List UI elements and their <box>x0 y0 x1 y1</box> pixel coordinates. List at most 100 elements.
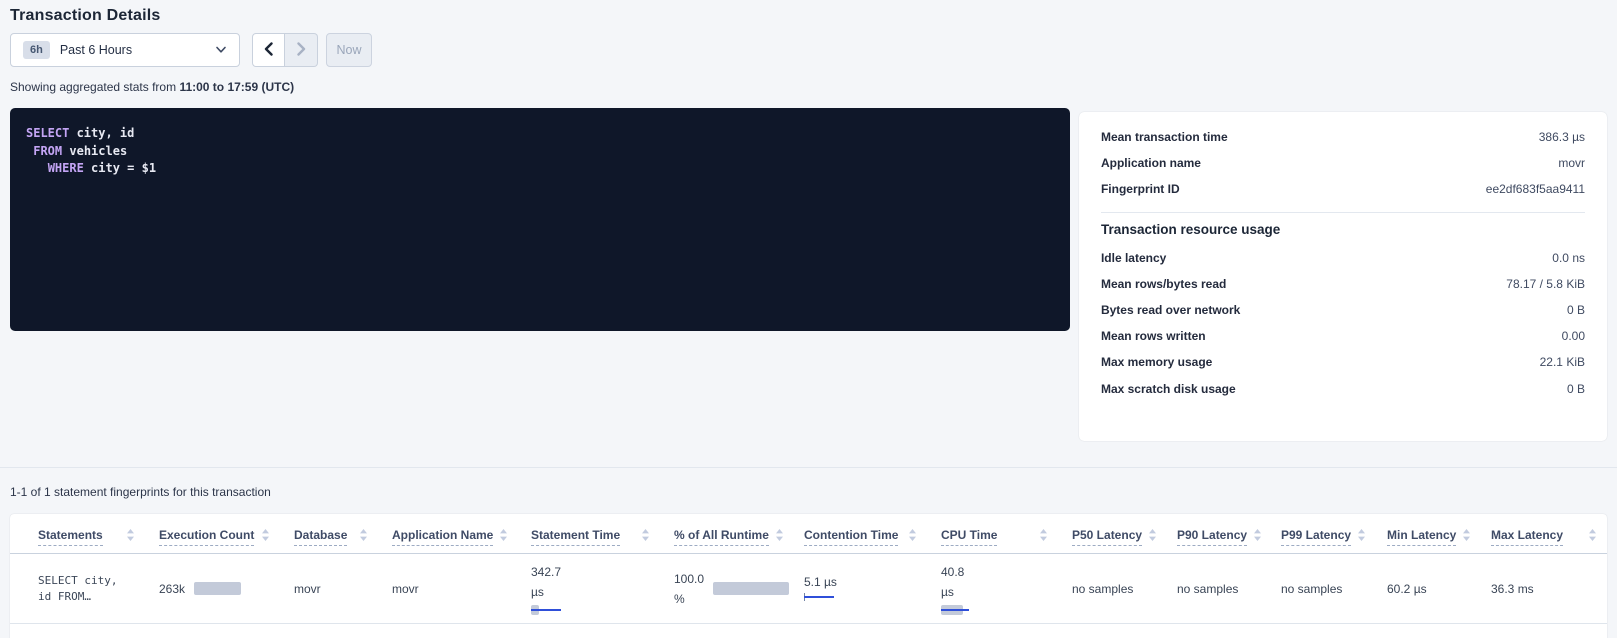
time-range-dropdown[interactable]: 6h Past 6 Hours <box>10 33 240 67</box>
p90-latency-cell: no samples <box>1163 554 1267 624</box>
sort-icon[interactable] <box>359 528 368 546</box>
execution-count-cell: 263k <box>145 554 280 624</box>
transaction-summary-card: Mean transaction time 386.3 µs Applicati… <box>1079 112 1607 441</box>
cpu-time-bar <box>941 605 991 615</box>
resource-row: Mean rows written 0.00 <box>1101 323 1585 349</box>
database-cell: movr <box>280 554 378 624</box>
column-header-database[interactable]: Database <box>280 514 378 554</box>
chevron-left-icon <box>264 42 273 59</box>
summary-row: Fingerprint ID ee2df683f5aa9411 <box>1101 176 1585 202</box>
resource-value: 0.00 <box>1562 329 1585 343</box>
aggregated-stats-caption: Showing aggregated stats from 11:00 to 1… <box>10 80 1607 94</box>
column-header-application-name[interactable]: Application Name <box>378 514 517 554</box>
column-header-p99-latency[interactable]: P99 Latency <box>1267 514 1373 554</box>
resource-usage-heading: Transaction resource usage <box>1101 222 1585 237</box>
column-header-min-latency[interactable]: Min Latency <box>1373 514 1477 554</box>
max-latency-cell: 36.3 ms <box>1477 554 1607 624</box>
resource-label: Mean rows/bytes read <box>1101 277 1226 291</box>
summary-label: Fingerprint ID <box>1101 182 1180 196</box>
contention-time-cell: 5.1 µs <box>790 554 927 624</box>
sql-keyword: SELECT <box>26 126 69 140</box>
column-header-execution-count[interactable]: Execution Count <box>145 514 280 554</box>
column-header-p90-latency[interactable]: P90 Latency <box>1163 514 1267 554</box>
sql-line: FROM vehicles <box>26 143 1054 161</box>
resource-label: Mean rows written <box>1101 329 1206 343</box>
statement-row: SELECT city, id FROM… 263k movr movr 342… <box>10 554 1607 624</box>
column-header-contention-time[interactable]: Contention Time <box>790 514 927 554</box>
time-step-group <box>252 33 318 67</box>
sort-icon[interactable] <box>261 528 270 546</box>
summary-row: Application name movr <box>1101 150 1585 176</box>
sort-icon[interactable] <box>1148 528 1157 546</box>
resource-label: Max scratch disk usage <box>1101 382 1236 396</box>
table-header-row: Statements Execution Count Database Appl… <box>10 514 1607 554</box>
statement-time-bar <box>531 605 581 615</box>
sort-icon[interactable] <box>908 528 917 546</box>
sort-icon[interactable] <box>1588 528 1597 546</box>
fingerprints-caption: 1-1 of 1 statement fingerprints for this… <box>10 485 1607 499</box>
now-button[interactable]: Now <box>326 33 372 67</box>
sort-icon[interactable] <box>1357 528 1366 546</box>
sort-icon[interactable] <box>775 528 784 546</box>
execution-count-bar <box>194 582 241 595</box>
sort-icon[interactable] <box>641 528 650 546</box>
resource-value: 0.0 ns <box>1552 251 1585 265</box>
resource-label: Max memory usage <box>1101 355 1212 369</box>
resource-value: 78.17 / 5.8 KiB <box>1506 277 1585 291</box>
prev-time-button[interactable] <box>252 33 285 67</box>
resource-row: Idle latency 0.0 ns <box>1101 245 1585 271</box>
resource-value: 0 B <box>1567 303 1585 317</box>
sort-icon[interactable] <box>126 528 135 546</box>
sql-statement-box: SELECT city, id FROM vehicles WHERE city… <box>10 108 1070 331</box>
summary-label: Mean transaction time <box>1101 130 1228 144</box>
resource-row: Mean rows/bytes read 78.17 / 5.8 KiB <box>1101 271 1585 297</box>
resource-label: Bytes read over network <box>1101 303 1240 317</box>
sort-icon[interactable] <box>1253 528 1262 546</box>
p99-latency-cell: no samples <box>1267 554 1373 624</box>
sql-keyword: WHERE <box>48 161 84 175</box>
chevron-down-icon <box>215 46 227 54</box>
time-controls: 6h Past 6 Hours Now <box>10 33 1607 67</box>
resource-value: 22.1 KiB <box>1540 355 1585 369</box>
sql-line: SELECT city, id <box>26 125 1054 143</box>
summary-row: Mean transaction time 386.3 µs <box>1101 124 1585 150</box>
time-range-label: Past 6 Hours <box>60 43 132 57</box>
column-header-statement-time[interactable]: Statement Time <box>517 514 660 554</box>
caption-range: 11:00 to 17:59 (UTC) <box>179 80 294 94</box>
sort-icon[interactable] <box>1462 528 1471 546</box>
column-header-p50-latency[interactable]: P50 Latency <box>1058 514 1163 554</box>
time-range-badge: 6h <box>23 41 50 59</box>
page-title: Transaction Details <box>10 0 1607 25</box>
sql-keyword: FROM <box>33 144 62 158</box>
column-header-cpu-time[interactable]: CPU Time <box>927 514 1058 554</box>
sql-line: WHERE city = $1 <box>26 160 1054 178</box>
resource-label: Idle latency <box>1101 251 1166 265</box>
summary-label: Application name <box>1101 156 1201 170</box>
column-header-pct-runtime[interactable]: % of All Runtime <box>660 514 790 554</box>
statements-table: Statements Execution Count Database Appl… <box>10 514 1607 624</box>
summary-value: movr <box>1558 156 1585 170</box>
p50-latency-cell: no samples <box>1058 554 1163 624</box>
statement-fingerprint-link[interactable]: SELECT city, id FROM… <box>10 554 145 624</box>
main-row: SELECT city, id FROM vehicles WHERE city… <box>10 108 1607 441</box>
statements-section: 1-1 of 1 statement fingerprints for this… <box>0 485 1617 638</box>
cpu-time-cell: 40.8 µs <box>927 554 1058 624</box>
summary-value: ee2df683f5aa9411 <box>1486 182 1585 196</box>
caption-prefix: Showing aggregated stats from <box>10 80 179 94</box>
column-header-max-latency[interactable]: Max Latency <box>1477 514 1607 554</box>
sort-icon[interactable] <box>1039 528 1048 546</box>
sort-icon[interactable] <box>499 528 508 546</box>
section-divider <box>0 467 1617 468</box>
statements-table-card: Statements Execution Count Database Appl… <box>10 514 1607 638</box>
resource-row: Bytes read over network 0 B <box>1101 297 1585 323</box>
next-time-button[interactable] <box>285 33 318 67</box>
summary-value: 386.3 µs <box>1539 130 1585 144</box>
column-header-statements[interactable]: Statements <box>10 514 145 554</box>
pct-runtime-cell: 100.0 % <box>660 554 790 624</box>
contention-time-bar <box>804 592 854 602</box>
transaction-details-page: Transaction Details 6h Past 6 Hours Now <box>0 0 1617 441</box>
summary-divider <box>1101 212 1585 213</box>
statement-time-cell: 342.7 µs <box>517 554 660 624</box>
resource-value: 0 B <box>1567 382 1585 396</box>
min-latency-cell: 60.2 µs <box>1373 554 1477 624</box>
